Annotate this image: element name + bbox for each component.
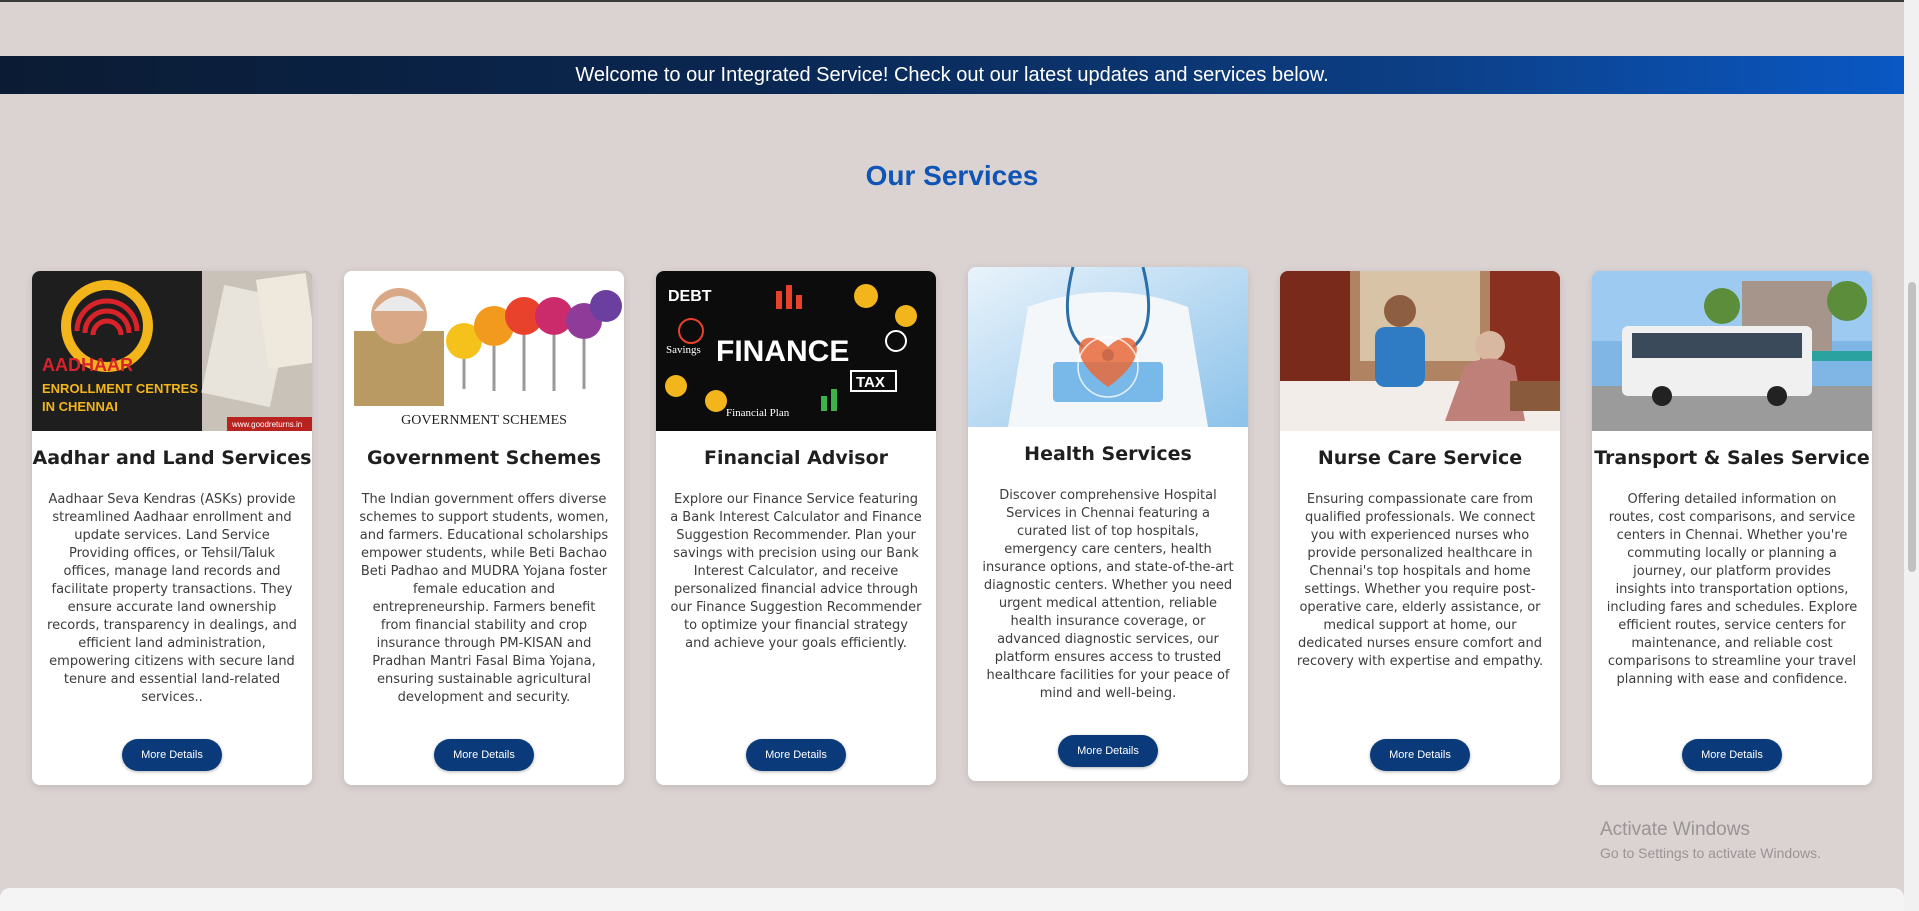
card-description: Offering detailed information on routes,… (1606, 492, 1858, 687)
more-details-button[interactable]: More Details (1058, 735, 1158, 767)
transport-image (1592, 271, 1872, 431)
card-title: Nurse Care Service (1317, 447, 1523, 469)
service-card-aadhar: AADHAAR ENROLLMENT CENTRES IN CHENNAI ww… (32, 271, 312, 785)
welcome-banner-text: Welcome to our Integrated Service! Check… (575, 63, 1329, 86)
more-details-button[interactable]: More Details (122, 739, 222, 771)
health-services-image (968, 267, 1248, 427)
aadhar-image: AADHAAR ENROLLMENT CENTRES IN CHENNAI ww… (32, 271, 312, 431)
scrollbar-thumb[interactable] (1908, 282, 1916, 572)
financial-advisor-image: DEBT FINANCE Savings TAX Financial Plan (656, 271, 936, 431)
card-title: Transport & Sales Service (1594, 447, 1870, 469)
card-description: Discover comprehensive Hospital Services… (982, 488, 1234, 701)
government-schemes-image: GOVERNMENT SCHEMES (344, 271, 624, 431)
page-scrollbar[interactable] (1904, 0, 1919, 911)
watermark-subtitle: Go to Settings to activate Windows. (1600, 845, 1821, 861)
svg-text:IN CHENNAI: IN CHENNAI (42, 399, 118, 414)
card-description: The Indian government offers diverse sch… (359, 492, 609, 705)
activate-windows-watermark: Activate Windows Go to Settings to activ… (1600, 819, 1821, 861)
card-description: Explore our Finance Service featuring a … (670, 492, 922, 651)
more-details-button[interactable]: More Details (434, 739, 534, 771)
more-details-button[interactable]: More Details (1682, 739, 1782, 771)
svg-text:www.goodreturns.in: www.goodreturns.in (231, 420, 302, 429)
more-details-button[interactable]: More Details (1370, 739, 1470, 771)
svg-text:TAX: TAX (856, 374, 885, 391)
svg-text:ENROLLMENT CENTRES: ENROLLMENT CENTRES (42, 381, 198, 396)
svg-text:AADHAAR: AADHAAR (42, 355, 133, 375)
svg-text:Financial Plan: Financial Plan (726, 407, 790, 419)
more-details-button[interactable]: More Details (746, 739, 846, 771)
watermark-title: Activate Windows (1600, 819, 1750, 840)
section-title: Our Services (865, 160, 1039, 191)
service-card-nurse-care: Nurse Care Service Ensuring compassionat… (1280, 271, 1560, 785)
svg-text:FINANCE: FINANCE (716, 335, 849, 368)
service-card-financial-advisor: DEBT FINANCE Savings TAX Financial Plan … (656, 271, 936, 785)
card-title: Aadhar and Land Services (32, 447, 312, 469)
svg-text:DEBT: DEBT (668, 288, 712, 305)
top-border (0, 0, 1904, 2)
card-title: Financial Advisor (703, 447, 889, 469)
card-description: Aadhaar Seva Kendras (ASKs) provide stre… (47, 492, 297, 705)
footer-strip (0, 888, 1904, 911)
card-title: Health Services (1024, 443, 1192, 465)
card-title: Government Schemes (366, 447, 602, 469)
svg-text:Savings: Savings (666, 344, 701, 356)
nurse-care-image (1280, 271, 1560, 431)
welcome-banner: Welcome to our Integrated Service! Check… (0, 56, 1904, 94)
card-description: Ensuring compassionate care from qualifi… (1296, 492, 1544, 669)
service-card-health-services: Health Services Discover comprehensive H… (968, 267, 1248, 781)
service-card-transport: Transport & Sales Service Offering detai… (1592, 271, 1872, 785)
service-card-government-schemes: GOVERNMENT SCHEMES Government Schemes Th… (344, 271, 624, 785)
svg-text:GOVERNMENT SCHEMES: GOVERNMENT SCHEMES (401, 413, 567, 428)
